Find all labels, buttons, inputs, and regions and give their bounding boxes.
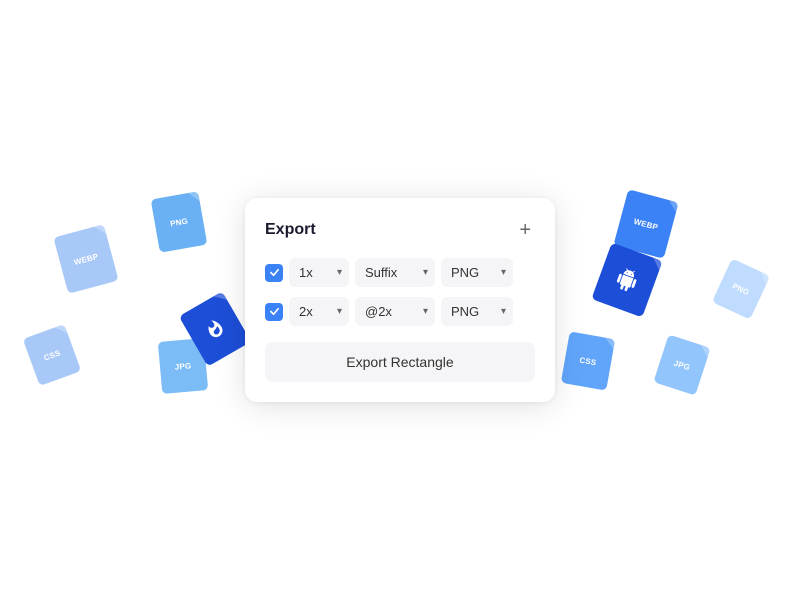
row1-scale-select[interactable]: 0.5x 1x 1.5x 2x 3x 4x bbox=[289, 258, 349, 287]
bg-file-icon-4 bbox=[179, 291, 251, 366]
row1-suffix-wrapper: Suffix @1x @2x @3x None bbox=[355, 258, 435, 287]
row2-format-wrapper: PNG JPG SVG PDF WEBP bbox=[441, 297, 513, 326]
export-rectangle-button[interactable]: Export Rectangle bbox=[265, 342, 535, 382]
export-row-1: 0.5x 1x 1.5x 2x 3x 4x Suffix @1x @2x @3x… bbox=[265, 258, 535, 287]
panel-title: Export bbox=[265, 221, 316, 239]
row2-suffix-select[interactable]: Suffix @1x @2x @3x None bbox=[355, 297, 435, 326]
row2-scale-wrapper: 0.5x 1x 1.5x 2x 3x 4x bbox=[289, 297, 349, 326]
export-panel: Export + 0.5x 1x 1.5x 2x 3x 4x Suffix @1… bbox=[245, 198, 555, 402]
export-row-2: 0.5x 1x 1.5x 2x 3x 4x Suffix @1x @2x @3x… bbox=[265, 297, 535, 326]
row1-checkbox[interactable] bbox=[265, 264, 283, 282]
row2-suffix-wrapper: Suffix @1x @2x @3x None bbox=[355, 297, 435, 326]
bg-file-icon-1: PNG bbox=[151, 191, 208, 253]
bg-file-icon-3: JPG bbox=[158, 338, 208, 394]
bg-file-icon-6 bbox=[591, 243, 662, 318]
bg-file-icon-8: JPG bbox=[653, 334, 710, 395]
bg-file-icon-7: CSS bbox=[561, 331, 615, 390]
row1-suffix-select[interactable]: Suffix @1x @2x @3x None bbox=[355, 258, 435, 287]
row1-scale-wrapper: 0.5x 1x 1.5x 2x 3x 4x bbox=[289, 258, 349, 287]
row1-format-wrapper: PNG JPG SVG PDF WEBP bbox=[441, 258, 513, 287]
row2-format-select[interactable]: PNG JPG SVG PDF WEBP bbox=[441, 297, 513, 326]
add-export-row-button[interactable]: + bbox=[515, 218, 535, 242]
export-header: Export + bbox=[265, 218, 535, 242]
bg-file-icon-9: PNG bbox=[712, 258, 770, 319]
row2-scale-select[interactable]: 0.5x 1x 1.5x 2x 3x 4x bbox=[289, 297, 349, 326]
bg-file-icon-2: CSS bbox=[23, 324, 81, 386]
row2-checkbox[interactable] bbox=[265, 303, 283, 321]
row1-format-select[interactable]: PNG JPG SVG PDF WEBP bbox=[441, 258, 513, 287]
bg-file-icon-5: WEBP bbox=[613, 189, 678, 258]
bg-file-icon-0: WEBP bbox=[53, 224, 118, 293]
